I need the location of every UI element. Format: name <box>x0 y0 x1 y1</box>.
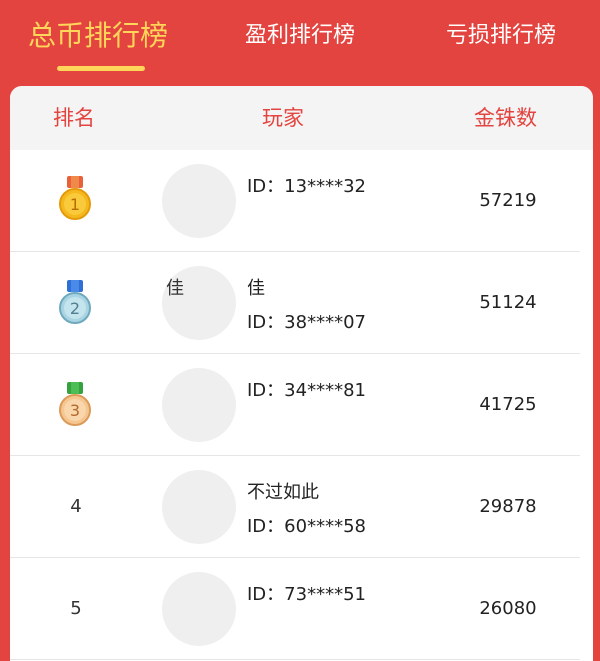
player-id: ID：34****81 <box>247 380 366 401</box>
coin-count: 41725 <box>479 394 537 415</box>
player-id: ID：13****32 <box>247 176 366 197</box>
coin-count: 29878 <box>479 496 537 517</box>
coin-count: 51124 <box>479 292 537 313</box>
active-tab-indicator <box>57 66 145 71</box>
silver-medal-icon: 2 <box>59 280 91 324</box>
coin-count: 57219 <box>479 190 537 211</box>
leaderboard-card: 排名 玩家 金铢数 1 ID：13****32 57219 2 佳 佳 ID：3… <box>10 86 593 661</box>
table-row[interactable]: 5 ID：73****51 26080 <box>10 558 580 660</box>
avatar-alt-text: 佳 <box>166 278 184 299</box>
table-row[interactable]: 3 ID：34****81 41725 <box>10 354 580 456</box>
svg-text:3: 3 <box>70 401 80 420</box>
player-nickname: 佳 <box>247 278 265 299</box>
rank-number: 5 <box>70 598 82 619</box>
tab-total-coins[interactable]: 总币排行榜 <box>28 16 168 56</box>
player-id: ID：60****58 <box>247 516 366 537</box>
tab-loss[interactable]: 亏损排行榜 <box>446 16 556 56</box>
table-row[interactable]: 4 不过如此 ID：60****58 29878 <box>10 456 580 558</box>
player-nickname: 不过如此 <box>247 482 319 503</box>
avatar[interactable] <box>162 164 236 238</box>
gold-medal-icon: 1 <box>59 176 91 220</box>
header-coins: 金铢数 <box>474 106 537 130</box>
table-row[interactable]: 2 佳 佳 ID：38****07 51124 <box>10 252 580 354</box>
avatar[interactable] <box>162 572 236 646</box>
header-rank: 排名 <box>53 106 95 130</box>
rank-number: 4 <box>70 496 82 517</box>
player-id: ID：73****51 <box>247 584 366 605</box>
svg-text:2: 2 <box>70 299 80 318</box>
avatar[interactable] <box>162 368 236 442</box>
tab-profit[interactable]: 盈利排行榜 <box>245 16 355 56</box>
avatar[interactable] <box>162 470 236 544</box>
table-header: 排名 玩家 金铢数 <box>10 86 593 150</box>
svg-text:1: 1 <box>70 195 80 214</box>
header-player: 玩家 <box>262 106 304 130</box>
ranking-tabs: 总币排行榜 盈利排行榜 亏损排行榜 <box>0 0 600 86</box>
bronze-medal-icon: 3 <box>59 382 91 426</box>
coin-count: 26080 <box>479 598 537 619</box>
table-row[interactable]: 1 ID：13****32 57219 <box>10 150 580 252</box>
player-id: ID：38****07 <box>247 312 366 333</box>
